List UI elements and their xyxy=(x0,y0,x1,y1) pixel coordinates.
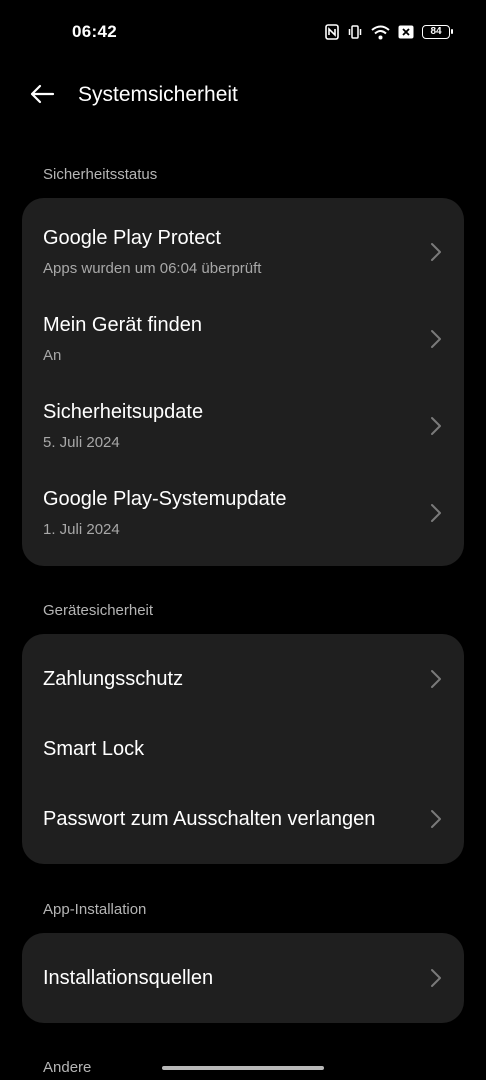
card-device-security: Zahlungsschutz Smart Lock Passwort zum A… xyxy=(22,634,464,864)
row-subtitle: 1. Juli 2024 xyxy=(43,521,120,538)
row-install-sources[interactable]: Installationsquellen xyxy=(22,943,464,1013)
row-subtitle: Apps wurden um 06:04 überprüft xyxy=(43,260,262,277)
back-button[interactable] xyxy=(24,78,60,114)
gesture-nav-handle[interactable] xyxy=(162,1066,324,1070)
row-title: Google Play Protect xyxy=(43,227,221,249)
section-label-security-status: Sicherheitsstatus xyxy=(43,166,158,183)
status-time: 06:42 xyxy=(72,22,117,41)
row-google-play-protect[interactable]: Google Play Protect Apps wurden um 06:04… xyxy=(22,212,464,292)
section-label-device-security: Gerätesicherheit xyxy=(43,602,154,619)
row-find-my-device[interactable]: Mein Gerät finden An xyxy=(22,299,464,379)
nfc-icon xyxy=(325,24,339,40)
card-app-installation: Installationsquellen xyxy=(22,933,464,1023)
wifi-icon xyxy=(371,25,390,40)
vibrate-icon xyxy=(347,24,363,40)
row-title: Sicherheitsupdate xyxy=(43,401,204,423)
section-label-other: Andere xyxy=(43,1059,92,1076)
chevron-right-icon xyxy=(431,504,441,522)
row-smart-lock[interactable]: Smart Lock xyxy=(22,714,464,784)
status-bar: 06:42 84 xyxy=(0,0,486,64)
row-title: Zahlungsschutz xyxy=(43,668,184,690)
app-header: Systemsicherheit xyxy=(0,70,486,122)
battery-indicator: 84 xyxy=(422,25,453,39)
no-sim-icon xyxy=(398,25,414,39)
chevron-right-icon xyxy=(431,417,441,435)
card-security-status: Google Play Protect Apps wurden um 06:04… xyxy=(22,198,464,566)
row-title: Passwort zum Ausschalten verlangen xyxy=(43,808,376,830)
row-require-password-power-off[interactable]: Passwort zum Ausschalten verlangen xyxy=(22,784,464,854)
arrow-left-icon xyxy=(29,84,55,109)
row-google-play-system-update[interactable]: Google Play-Systemupdate 1. Juli 2024 xyxy=(22,473,464,553)
section-label-app-installation: App-Installation xyxy=(43,901,147,918)
chevron-right-icon xyxy=(431,969,441,987)
row-subtitle: An xyxy=(43,347,62,364)
row-title: Installationsquellen xyxy=(43,967,214,989)
chevron-right-icon xyxy=(431,330,441,348)
row-title: Google Play-Systemupdate xyxy=(43,488,287,510)
row-security-update[interactable]: Sicherheitsupdate 5. Juli 2024 xyxy=(22,386,464,466)
row-title: Smart Lock xyxy=(43,738,145,760)
chevron-right-icon xyxy=(431,670,441,688)
row-payment-protection[interactable]: Zahlungsschutz xyxy=(22,644,464,714)
chevron-right-icon xyxy=(431,810,441,828)
page-title: Systemsicherheit xyxy=(78,83,238,106)
row-title: Mein Gerät finden xyxy=(43,314,202,336)
chevron-right-icon xyxy=(431,243,441,261)
row-subtitle: 5. Juli 2024 xyxy=(43,434,120,451)
status-icons: 84 xyxy=(325,22,453,42)
